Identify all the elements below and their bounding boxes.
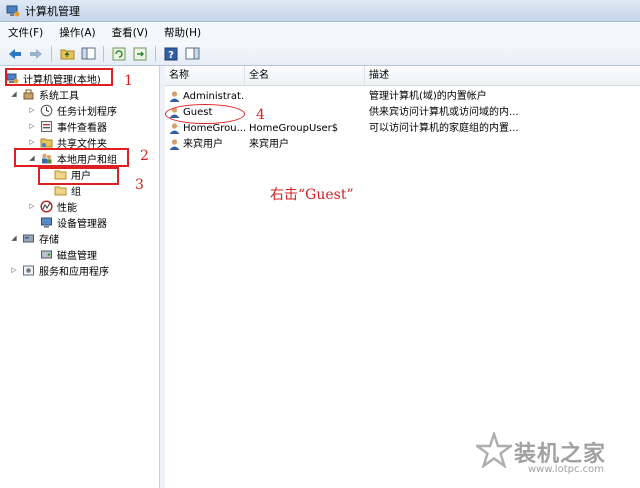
- tree-item-services-apps[interactable]: ▷ 服务和应用程序: [10, 262, 109, 278]
- console-tree-icon: [81, 47, 95, 60]
- menu-help[interactable]: 帮助(H): [164, 25, 201, 40]
- export-list-button[interactable]: [131, 45, 149, 63]
- arrow-left-icon: [9, 48, 21, 59]
- tree-label: 设备管理器: [57, 218, 107, 230]
- toolbar-separator: [155, 45, 156, 62]
- title-bar: 计算机管理: [0, 0, 640, 22]
- tree-label: 系统工具: [39, 90, 79, 102]
- annotation-number-1: 1: [124, 73, 133, 89]
- expanded-triangle-icon[interactable]: ◢: [10, 90, 18, 98]
- cell-description: 管理计算机(域)的内置帐户: [369, 91, 487, 102]
- annotation-box-3: [38, 167, 119, 185]
- cell-fullname: 来宾用户: [249, 139, 289, 150]
- collapsed-triangle-icon[interactable]: ▷: [28, 122, 36, 130]
- user-list-pane: 名称 全名 描述 Administrat... 管理计算机(域)的内置帐户 Gu…: [165, 66, 640, 488]
- tree-item-device-manager[interactable]: 设备管理器: [40, 214, 107, 230]
- collapsed-triangle-icon[interactable]: ▷: [10, 266, 18, 274]
- tools-icon: [23, 89, 34, 99]
- device-manager-icon: [41, 217, 52, 228]
- refresh-icon: [112, 47, 126, 60]
- expanded-triangle-icon[interactable]: ◢: [10, 234, 18, 242]
- cell-description: 供来宾访问计算机或访问域的内...: [369, 107, 519, 118]
- annotation-number-3: 3: [135, 177, 144, 193]
- shared-folder-icon: [40, 138, 53, 147]
- window-title: 计算机管理: [25, 4, 80, 18]
- event-viewer-icon: [41, 120, 52, 132]
- help-icon: ?: [164, 47, 178, 61]
- user-icon: [169, 91, 180, 102]
- tree-label: 事件查看器: [57, 122, 107, 134]
- tree-item-task-scheduler[interactable]: ▷ 任务计划程序: [28, 102, 117, 118]
- annotation-ellipse-guest: [165, 104, 245, 124]
- menu-file[interactable]: 文件(F): [8, 25, 43, 40]
- annotation-box-1: [5, 68, 113, 86]
- list-header: 名称 全名 描述: [165, 66, 640, 86]
- table-row[interactable]: HomeGrou... HomeGroupUser$ 可以访问计算机的家庭组的内…: [165, 121, 640, 137]
- export-icon: [133, 47, 147, 60]
- annotation-number-2: 2: [140, 148, 149, 164]
- annotation-box-2: [14, 148, 129, 167]
- disk-management-icon: [41, 250, 52, 258]
- tree-label: 任务计划程序: [57, 106, 117, 118]
- cell-name: Administrat...: [183, 91, 245, 102]
- storage-icon: [23, 234, 34, 242]
- tree-item-system-tools[interactable]: ◢ 系统工具: [10, 86, 79, 102]
- action-pane-icon: [185, 47, 199, 60]
- services-icon: [23, 265, 34, 275]
- cell-fullname: HomeGroupUser$: [249, 123, 339, 134]
- site-watermark: 装机之家 www.lotpc.com: [474, 428, 636, 484]
- toolbar-separator: [103, 45, 104, 62]
- console-tree: 计算机管理(本地) ◢ 系统工具 ▷ 任务计划程序 ▷ 事件查看器 ▷ 共享文件…: [0, 66, 160, 488]
- refresh-button[interactable]: [110, 45, 128, 63]
- collapsed-triangle-icon[interactable]: ▷: [28, 106, 36, 114]
- cell-fullname: [249, 89, 364, 105]
- cell-description: 可以访问计算机的家庭组的内置...: [369, 123, 519, 134]
- tree-label: 服务和应用程序: [39, 266, 109, 278]
- cell-description: [369, 137, 537, 153]
- toolbar-separator: [51, 45, 52, 62]
- collapsed-triangle-icon[interactable]: ▷: [28, 202, 36, 210]
- table-row[interactable]: Administrat... 管理计算机(域)的内置帐户: [165, 89, 640, 105]
- column-header-description[interactable]: 描述: [365, 66, 640, 86]
- svg-text:?: ?: [168, 50, 174, 61]
- table-row[interactable]: 来宾用户 来宾用户: [165, 137, 640, 153]
- watermark-url: www.lotpc.com: [528, 464, 604, 475]
- toolbar: ?: [0, 42, 640, 66]
- star-logo-icon: [476, 432, 512, 468]
- computer-management-icon: [6, 5, 20, 16]
- tree-item-disk-management[interactable]: 磁盘管理: [40, 246, 97, 262]
- tree-item-event-viewer[interactable]: ▷ 事件查看器: [28, 118, 107, 134]
- tree-item-storage[interactable]: ◢ 存储: [10, 230, 59, 246]
- cell-name: 来宾用户: [183, 139, 223, 150]
- tree-label: 磁盘管理: [57, 250, 97, 262]
- annotation-number-4: 4: [256, 107, 265, 123]
- column-header-fullname[interactable]: 全名: [245, 66, 365, 86]
- menu-action[interactable]: 操作(A): [59, 25, 95, 40]
- performance-icon: [40, 199, 53, 213]
- arrow-right-icon: [30, 48, 42, 59]
- help-button[interactable]: ?: [162, 45, 180, 63]
- show-action-pane-button[interactable]: [183, 45, 201, 63]
- cell-fullname: [249, 105, 364, 121]
- user-icon: [169, 139, 180, 150]
- tree-label: 存储: [39, 234, 59, 246]
- menu-view[interactable]: 查看(V): [112, 25, 148, 40]
- folder-icon: [54, 186, 67, 195]
- annotation-instruction: 右击“Guest”: [270, 187, 354, 203]
- tree-label: 性能: [57, 202, 77, 214]
- show-hide-tree-button[interactable]: [79, 45, 97, 63]
- tree-item-performance[interactable]: ▷ 性能: [28, 198, 77, 214]
- collapsed-triangle-icon[interactable]: ▷: [28, 138, 36, 146]
- forward-button[interactable]: [27, 45, 45, 63]
- clock-icon: [40, 104, 53, 116]
- column-header-name[interactable]: 名称: [165, 66, 245, 86]
- menu-bar: 文件(F) 操作(A) 查看(V) 帮助(H): [0, 22, 640, 42]
- user-icon: [169, 123, 180, 134]
- folder-up-icon: [60, 49, 74, 60]
- back-button[interactable]: [6, 45, 24, 63]
- up-folder-button[interactable]: [58, 45, 76, 63]
